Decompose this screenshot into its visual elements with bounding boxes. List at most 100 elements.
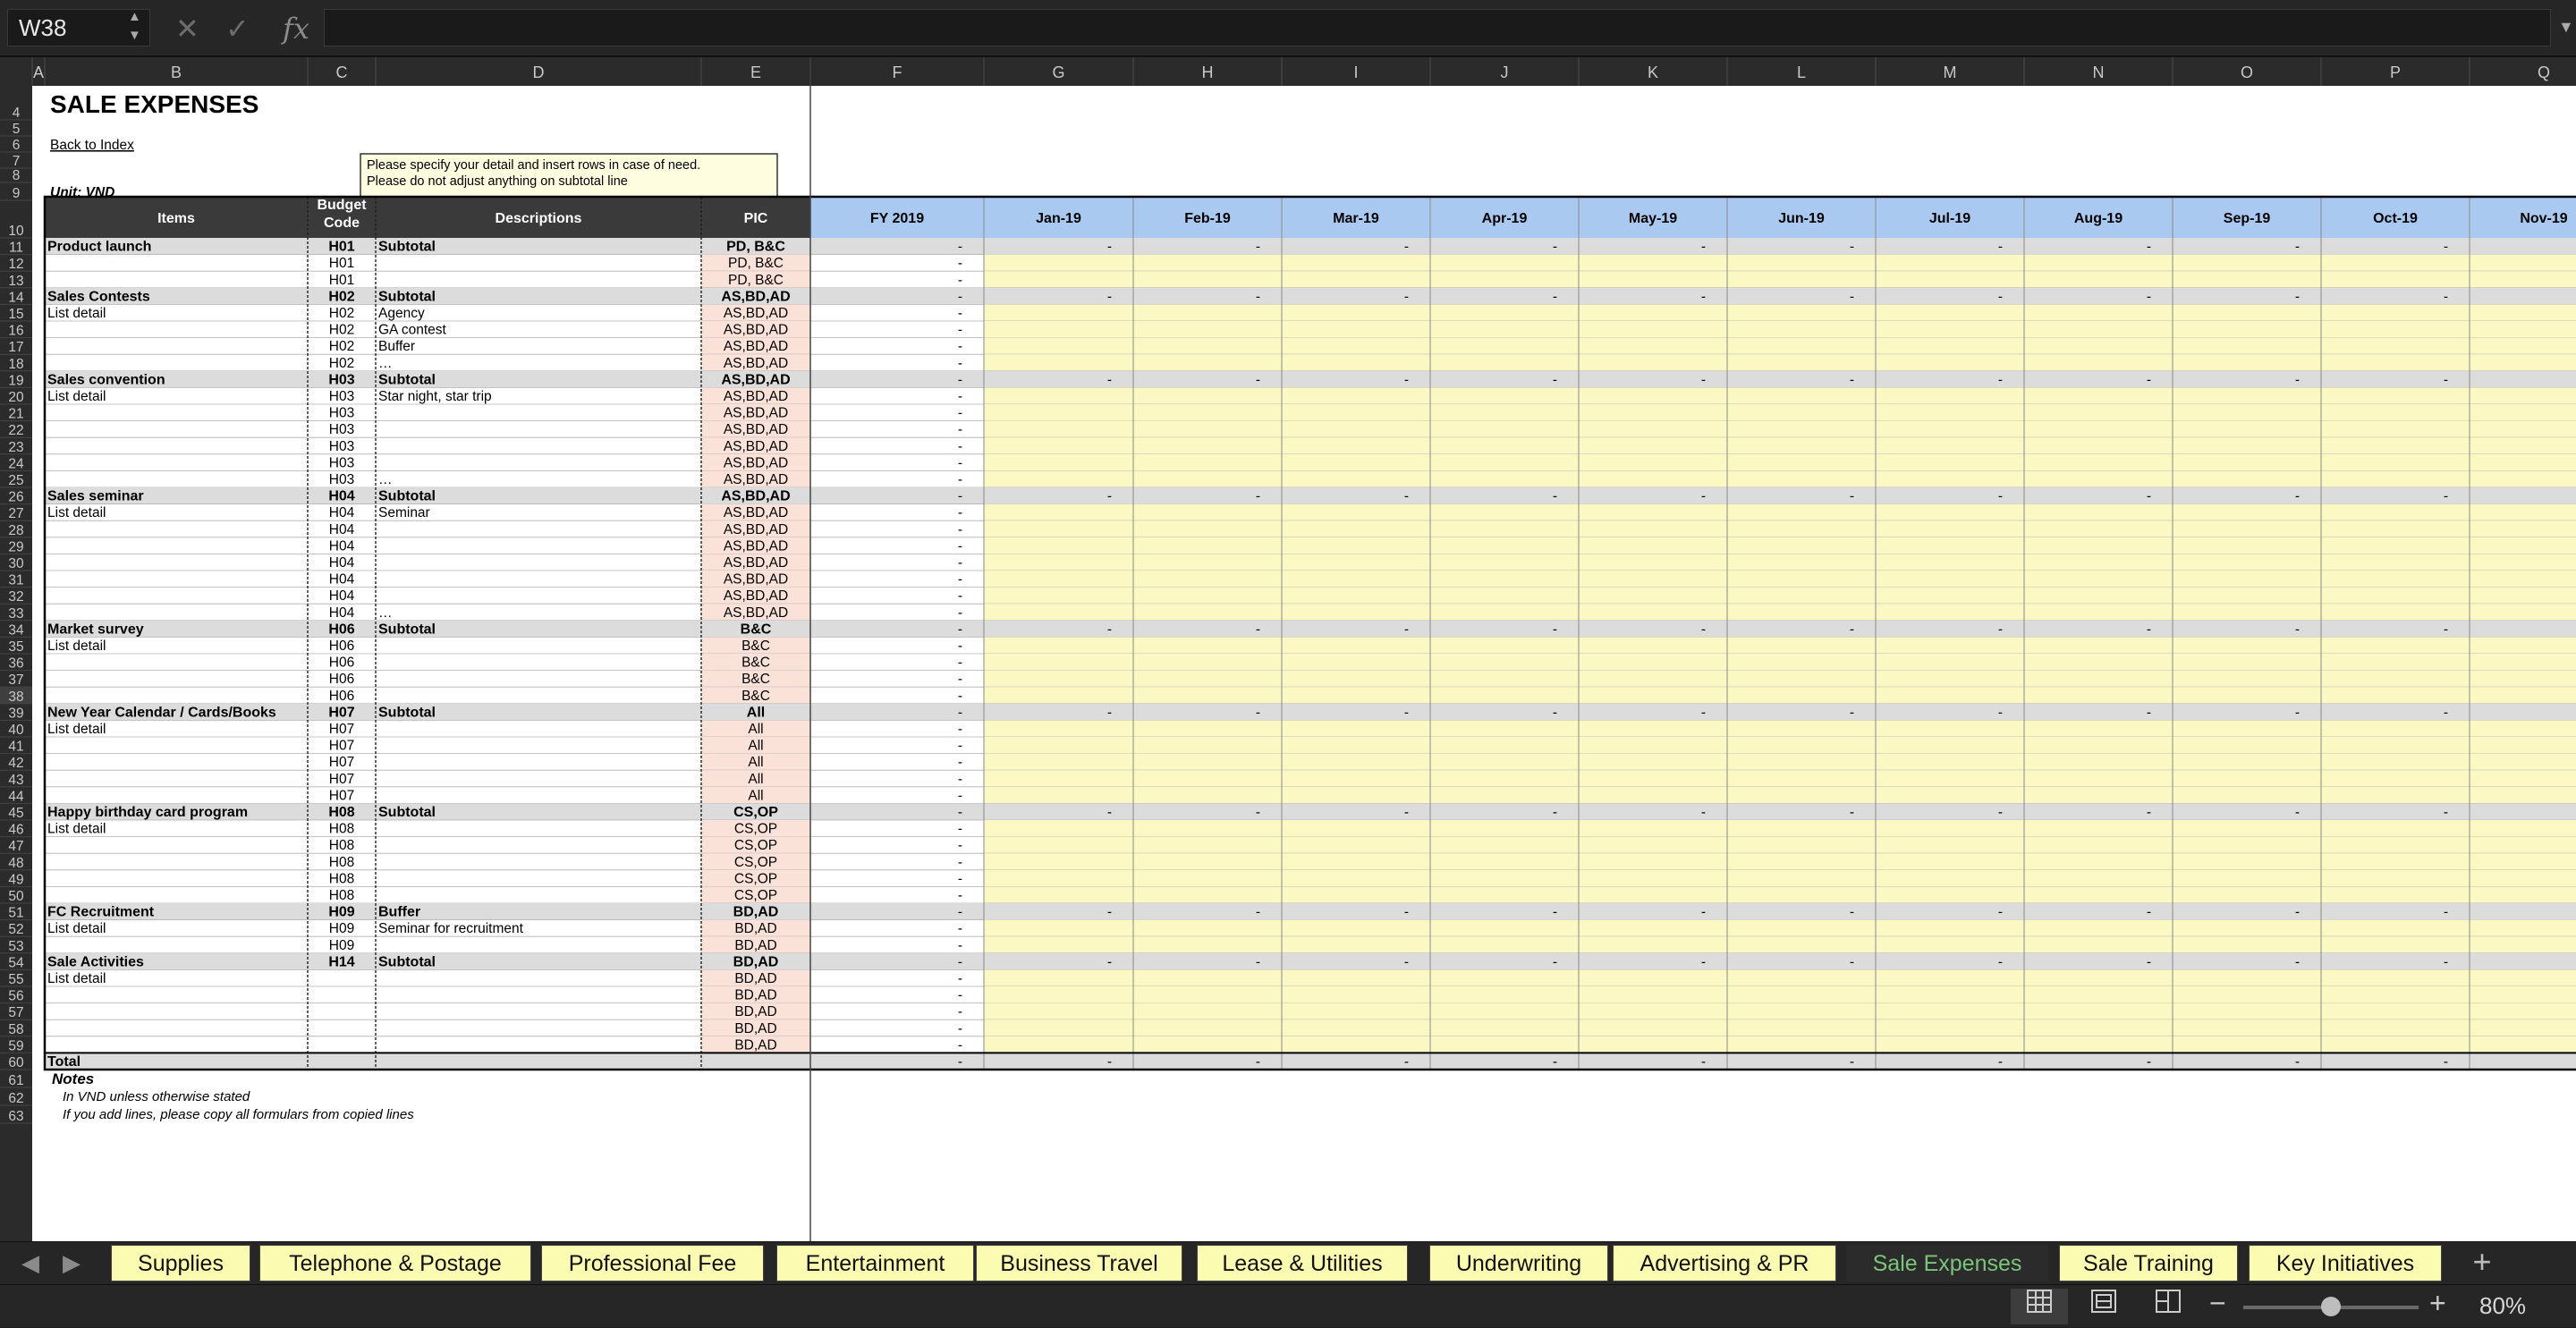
cell-month-value[interactable]: - bbox=[2147, 905, 2151, 920]
cell-item[interactable]: List detail bbox=[47, 306, 106, 321]
row-header-26[interactable]: 26 bbox=[8, 490, 23, 505]
cell-fy-value[interactable]: - bbox=[958, 672, 962, 687]
cell-month-value[interactable]: - bbox=[1850, 705, 1854, 720]
cell-month-value[interactable]: - bbox=[1256, 372, 1260, 387]
column-header-F[interactable]: F bbox=[893, 63, 902, 81]
cell-month-value[interactable]: - bbox=[1998, 489, 2003, 504]
row-header-48[interactable]: 48 bbox=[8, 856, 23, 871]
cell-month-value[interactable]: - bbox=[1107, 622, 1112, 637]
cell-month-value[interactable]: - bbox=[1701, 954, 1706, 969]
name-box-down-icon[interactable]: ▼ bbox=[128, 28, 141, 43]
cell-budget-code[interactable]: H07 bbox=[329, 722, 354, 737]
cell-month-value[interactable]: - bbox=[1256, 1054, 1260, 1070]
cell-fy-value[interactable]: - bbox=[958, 1054, 962, 1070]
cell-budget-code[interactable]: H02 bbox=[328, 289, 354, 304]
fx-icon[interactable]: fx bbox=[283, 11, 309, 47]
zoom-out-button[interactable]: − bbox=[2209, 1287, 2226, 1320]
cell-budget-code[interactable]: H07 bbox=[329, 788, 354, 803]
cell-budget-code[interactable]: H03 bbox=[329, 406, 354, 421]
cell-month-value[interactable]: - bbox=[1850, 372, 1854, 387]
row-header-59[interactable]: 59 bbox=[8, 1038, 23, 1053]
cell-month-value[interactable]: - bbox=[2295, 905, 2300, 920]
cell-budget-code[interactable]: H08 bbox=[329, 888, 354, 903]
cell-month-value[interactable]: - bbox=[1553, 705, 1557, 720]
column-header-K[interactable]: K bbox=[1648, 63, 1658, 81]
cross-icon[interactable]: ✕ bbox=[175, 11, 199, 47]
cell-description[interactable]: Subtotal bbox=[378, 240, 436, 255]
cell-fy-value[interactable]: - bbox=[958, 289, 962, 304]
row-header-9[interactable]: 9 bbox=[13, 186, 21, 201]
sheet-tab-supplies[interactable]: Supplies bbox=[111, 1245, 250, 1281]
cell-month-value[interactable]: - bbox=[2295, 372, 2300, 387]
cell-month-value[interactable]: - bbox=[1701, 372, 1706, 387]
cell-month-value[interactable]: - bbox=[2444, 372, 2448, 387]
cell-fy-value[interactable]: - bbox=[958, 656, 962, 671]
cell-pic[interactable]: CS,OP bbox=[733, 805, 778, 820]
input-cells[interactable] bbox=[984, 571, 2576, 588]
next-sheet-icon[interactable]: ▶ bbox=[63, 1249, 80, 1277]
cell-month-value[interactable]: - bbox=[2295, 954, 2300, 969]
add-sheet-button[interactable]: + bbox=[2464, 1244, 2500, 1281]
cell-item[interactable]: List detail bbox=[47, 921, 106, 936]
cell-budget-code[interactable]: H08 bbox=[329, 822, 354, 837]
cell-pic[interactable]: B&C bbox=[741, 672, 770, 687]
cell-budget-code[interactable]: H03 bbox=[328, 372, 354, 387]
cell-month-value[interactable]: - bbox=[2295, 622, 2300, 637]
cell-fy-value[interactable]: - bbox=[958, 805, 962, 820]
cell-budget-code[interactable]: H03 bbox=[329, 389, 354, 404]
input-cells[interactable] bbox=[984, 1002, 2576, 1020]
cell-pic[interactable]: BD,AD bbox=[734, 971, 776, 986]
cell-month-value[interactable]: - bbox=[1998, 1054, 2003, 1070]
cell-month-value[interactable]: - bbox=[2295, 705, 2300, 720]
cell-budget-code[interactable]: H08 bbox=[329, 871, 354, 886]
cell-month-value[interactable]: - bbox=[1701, 489, 1706, 504]
column-header-A[interactable]: A bbox=[33, 63, 44, 81]
column-header-N[interactable]: N bbox=[2093, 63, 2105, 81]
cell-fy-value[interactable]: - bbox=[958, 788, 962, 803]
cell-pic[interactable]: AS,BD,AD bbox=[724, 422, 788, 437]
column-header-C[interactable]: C bbox=[336, 63, 348, 81]
cell-month-value[interactable]: - bbox=[1404, 705, 1409, 720]
cell-pic[interactable]: BD,AD bbox=[734, 938, 776, 953]
cell-fy-value[interactable]: - bbox=[958, 256, 962, 271]
row-header-21[interactable]: 21 bbox=[8, 407, 23, 422]
input-cells[interactable] bbox=[984, 587, 2576, 605]
cell-fy-value[interactable]: - bbox=[958, 622, 962, 637]
row-header-22[interactable]: 22 bbox=[8, 423, 23, 438]
cell-pic[interactable]: BD,AD bbox=[734, 988, 776, 1003]
row-header-44[interactable]: 44 bbox=[8, 789, 24, 804]
row-header-23[interactable]: 23 bbox=[8, 440, 23, 455]
cell-month-value[interactable]: - bbox=[1107, 1054, 1112, 1070]
cell-fy-value[interactable]: - bbox=[958, 455, 962, 470]
cell-fy-value[interactable]: - bbox=[958, 639, 962, 654]
input-cells[interactable] bbox=[984, 936, 2576, 953]
input-cells[interactable] bbox=[984, 820, 2576, 837]
row-header-29[interactable]: 29 bbox=[8, 539, 23, 554]
row-header-49[interactable]: 49 bbox=[8, 872, 23, 887]
cell-budget-code[interactable]: H07 bbox=[329, 755, 354, 770]
input-cells[interactable] bbox=[984, 337, 2576, 355]
cell-pic[interactable]: CS,OP bbox=[734, 871, 777, 886]
row-header-63[interactable]: 63 bbox=[8, 1109, 23, 1124]
input-cells[interactable] bbox=[984, 470, 2576, 487]
cell-fy-value[interactable]: - bbox=[958, 822, 962, 837]
cell-month-value[interactable]: - bbox=[1850, 489, 1854, 504]
row-header-6[interactable]: 6 bbox=[13, 138, 21, 153]
cell-month-value[interactable]: - bbox=[1701, 289, 1706, 304]
row-header-50[interactable]: 50 bbox=[8, 889, 24, 904]
formula-input[interactable] bbox=[324, 9, 2551, 47]
cell-fy-value[interactable]: - bbox=[958, 538, 962, 554]
sheet-tab-business-travel[interactable]: Business Travel bbox=[976, 1245, 1182, 1281]
cell-item[interactable]: Sales convention bbox=[47, 372, 165, 387]
cell-month-value[interactable]: - bbox=[1998, 622, 2003, 637]
cell-month-value[interactable]: - bbox=[1107, 372, 1112, 387]
cell-fy-value[interactable]: - bbox=[958, 971, 962, 986]
row-header-51[interactable]: 51 bbox=[8, 906, 23, 921]
cell-fy-value[interactable]: - bbox=[958, 605, 962, 621]
cell-month-value[interactable]: - bbox=[1404, 622, 1409, 637]
cell-pic[interactable]: AS,BD,AD bbox=[721, 289, 790, 304]
cell-description[interactable]: Subtotal bbox=[378, 805, 436, 820]
cell-pic[interactable]: AS,BD,AD bbox=[724, 572, 788, 588]
row-header-35[interactable]: 35 bbox=[8, 639, 23, 655]
input-cells[interactable] bbox=[984, 687, 2576, 704]
